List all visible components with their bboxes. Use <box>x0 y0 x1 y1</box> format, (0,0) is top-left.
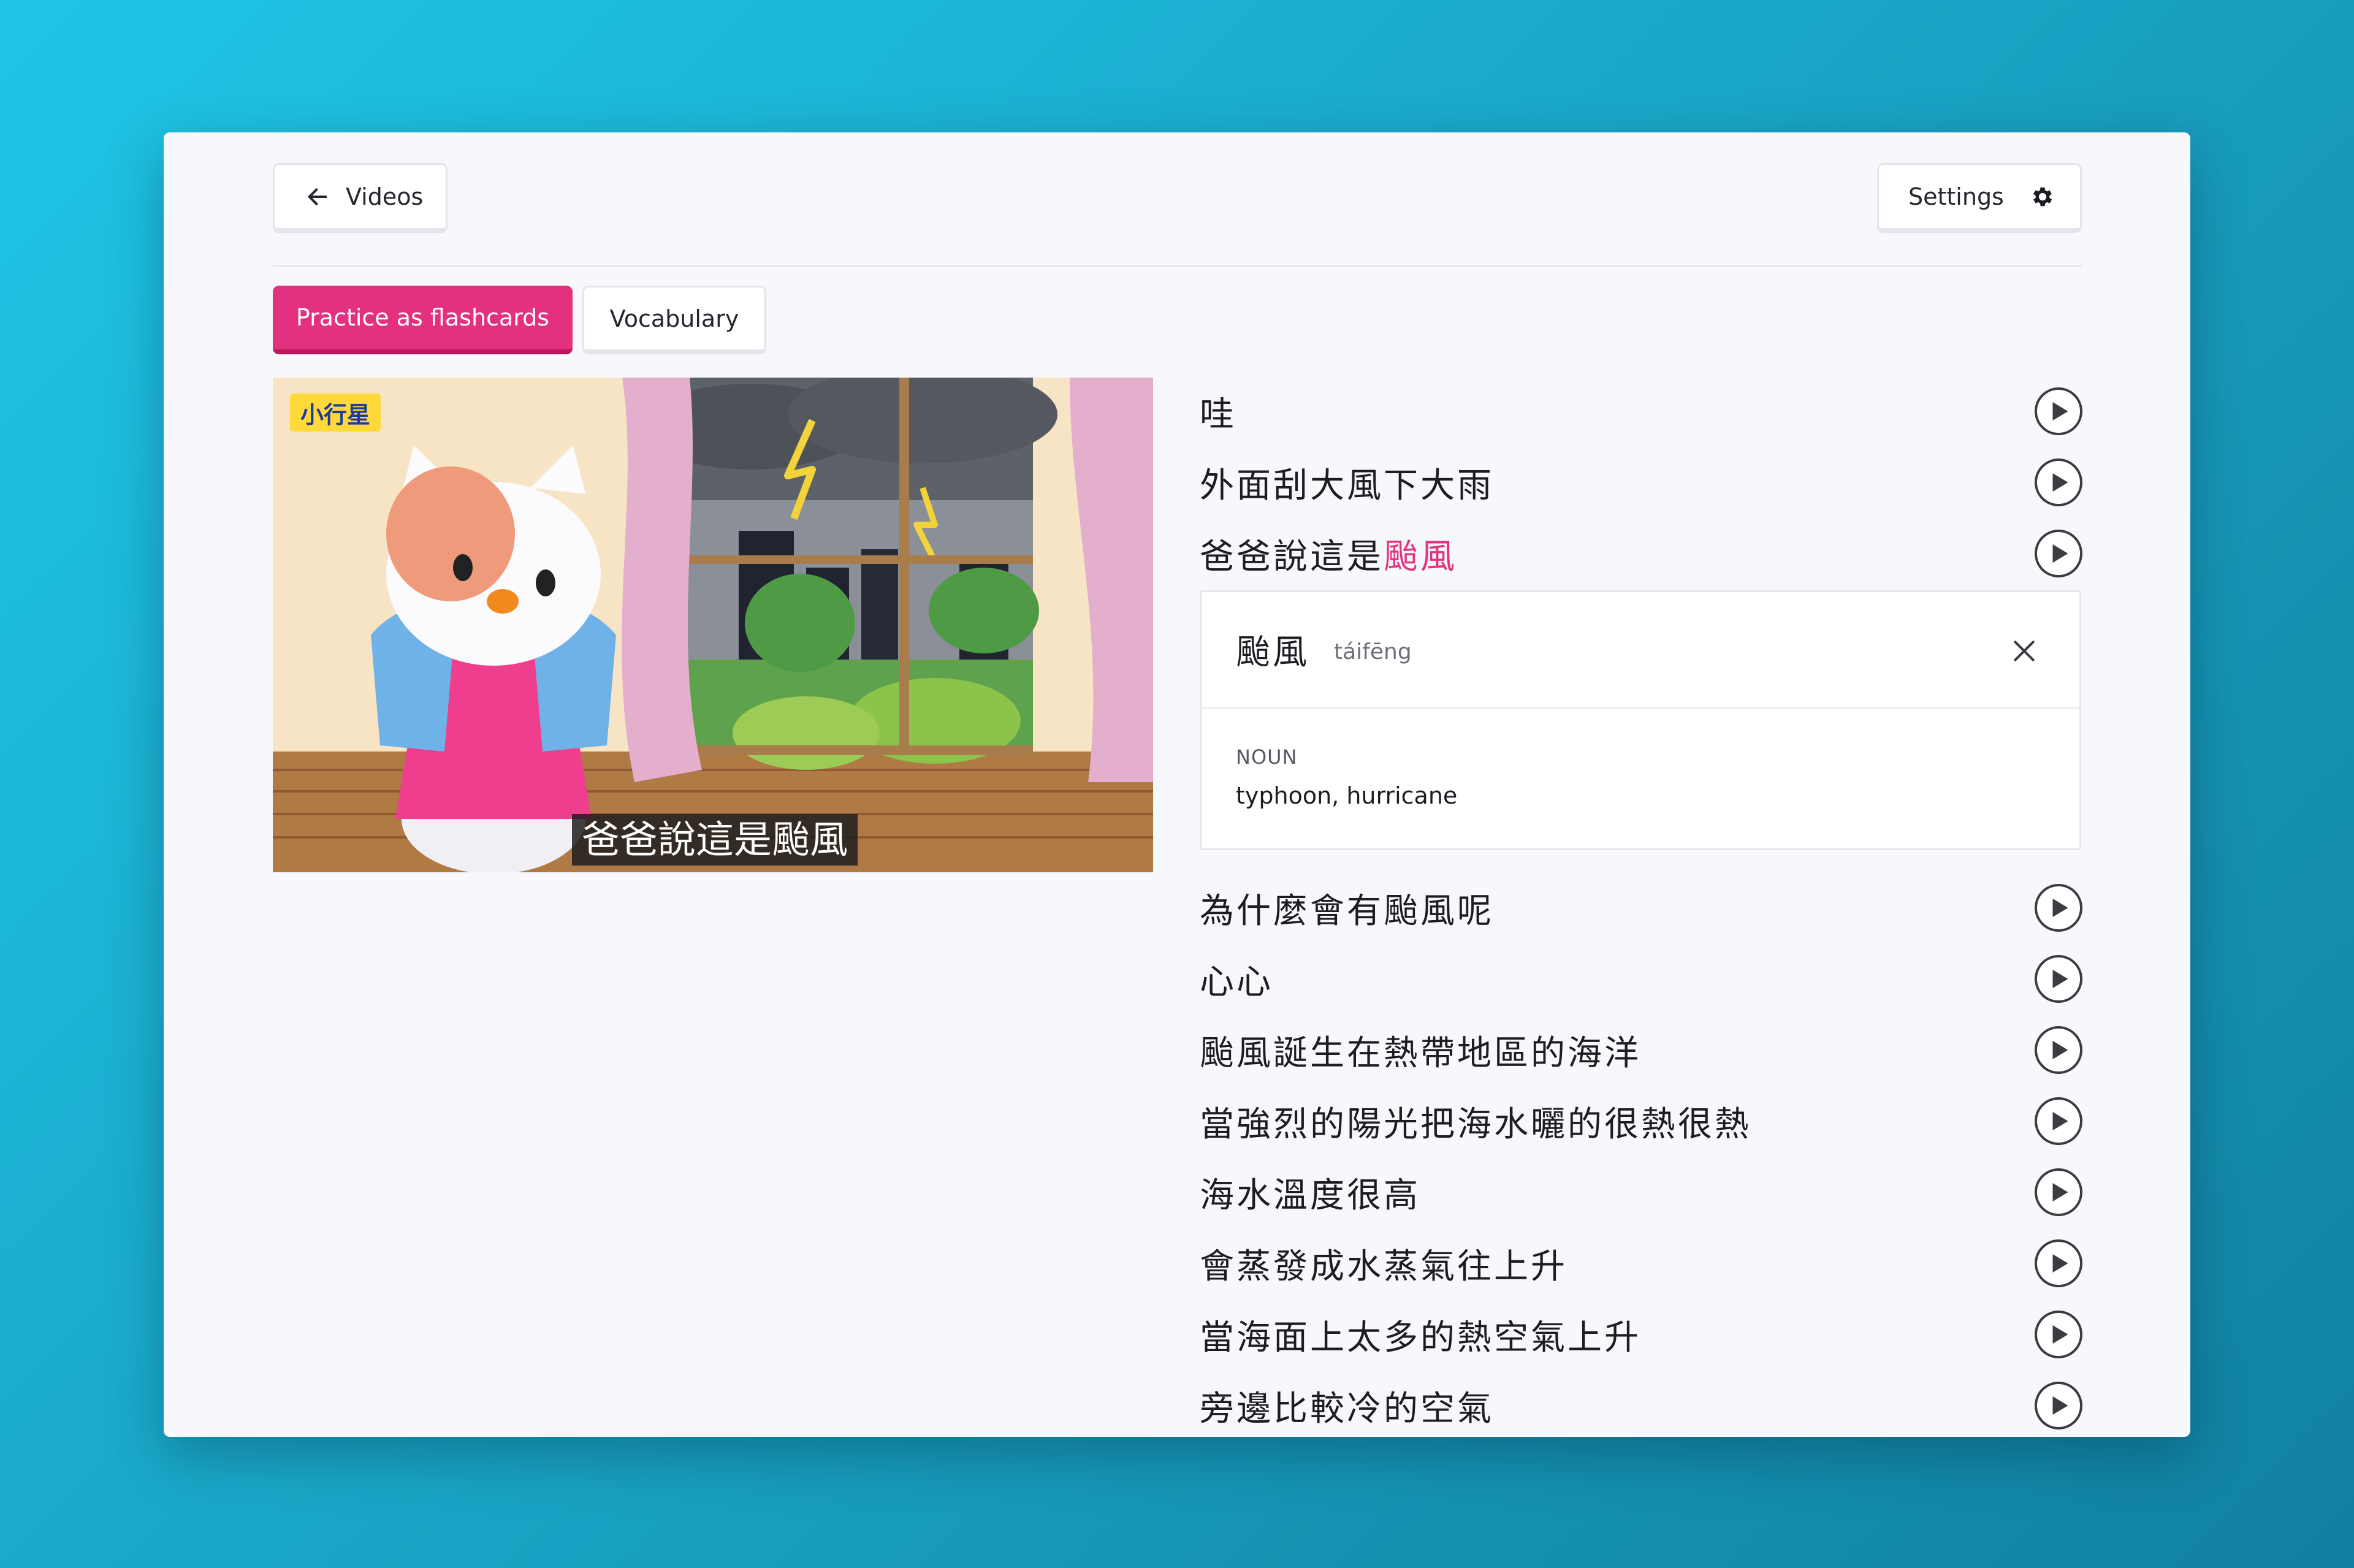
app-window: Videos Settings Practice as flashcards V… <box>164 132 2190 1437</box>
back-to-videos-button[interactable]: Videos <box>273 163 448 233</box>
highlighted-word[interactable]: 颱風 <box>1384 537 1457 577</box>
word-card-word: 颱風 <box>1236 633 1309 672</box>
practice-flashcards-button[interactable]: Practice as flashcards <box>273 286 573 354</box>
play-icon <box>2052 899 2068 917</box>
play-line-button[interactable] <box>2035 1168 2082 1216</box>
transcript-line-text[interactable]: 海水溫度很高 <box>1200 1168 1420 1217</box>
arrow-left-icon <box>308 188 327 205</box>
transcript-line[interactable]: 哇 <box>1200 384 2082 439</box>
transcript-line-text[interactable]: 颱風誕生在熱帶地區的海洋 <box>1200 1026 1641 1075</box>
play-icon <box>2052 1041 2068 1059</box>
play-icon <box>2052 1325 2068 1344</box>
video-player[interactable]: 小行星 爸爸說這是颱風 <box>273 378 1153 872</box>
transcript-line[interactable]: 當海面上太多的熱空氣上升 <box>1200 1307 2082 1362</box>
play-icon <box>2052 1254 2068 1273</box>
back-button-label: Videos <box>346 183 424 210</box>
transcript-line-text[interactable]: 旁邊比較冷的空氣 <box>1200 1381 1494 1431</box>
transcript-line[interactable]: 海水溫度很高 <box>1200 1165 2082 1220</box>
transcript-line-text[interactable]: 為什麼會有颱風呢 <box>1200 883 1494 933</box>
play-line-button[interactable] <box>2035 387 2082 435</box>
play-line-button[interactable] <box>2035 1026 2082 1074</box>
transcript-line-text[interactable]: 外面刮大風下大雨 <box>1200 458 1494 508</box>
play-line-button[interactable] <box>2035 1097 2082 1145</box>
play-icon <box>2052 544 2068 563</box>
play-icon <box>2052 1183 2068 1201</box>
transcript-line[interactable]: 旁邊比較冷的空氣 <box>1200 1378 2082 1433</box>
transcript-line[interactable]: 為什麼會有颱風呢 <box>1200 880 2082 935</box>
transcript-line-text[interactable]: 會蒸發成水蒸氣往上升 <box>1200 1239 1567 1288</box>
word-card-header: 颱風 táifēng <box>1202 592 2079 709</box>
play-icon <box>2052 402 2068 421</box>
transcript-line-text[interactable]: 當強烈的陽光把海水曬的很熱很熱 <box>1200 1097 1751 1146</box>
play-line-button[interactable] <box>2035 884 2082 932</box>
video-subtitle: 爸爸說這是颱風 <box>572 814 858 866</box>
play-icon <box>2052 473 2068 492</box>
play-line-button[interactable] <box>2035 530 2082 577</box>
transcript-line-text[interactable]: 心心 <box>1200 954 1273 1004</box>
transcript-line[interactable]: 外面刮大風下大雨 <box>1200 455 2082 510</box>
transcript-line[interactable]: 心心 <box>1200 951 2082 1007</box>
transcript-line[interactable]: 會蒸發成水蒸氣往上升 <box>1200 1236 2082 1291</box>
word-definition: typhoon, hurricane <box>1236 782 1458 809</box>
part-of-speech: NOUN <box>1236 745 1298 769</box>
word-definition-card: 颱風 táifēng NOUN typhoon, hurricane <box>1200 590 2081 850</box>
word-card-body: NOUN typhoon, hurricane <box>1202 709 2079 846</box>
transcript-line[interactable]: 爸爸說這是颱風 <box>1200 526 2082 581</box>
play-line-button[interactable] <box>2035 1239 2082 1287</box>
play-line-button[interactable] <box>2035 459 2082 506</box>
transcript-line-text-before: 爸爸說這是 <box>1200 536 1384 577</box>
play-line-button[interactable] <box>2035 1382 2082 1429</box>
transcript-line[interactable]: 當強烈的陽光把海水曬的很熱很熱 <box>1200 1094 2082 1149</box>
transcript-line[interactable]: 颱風誕生在熱帶地區的海洋 <box>1200 1022 2082 1078</box>
word-card-pinyin: táifēng <box>1334 639 1412 664</box>
video-frame-illustration <box>273 378 1153 872</box>
vocabulary-button[interactable]: Vocabulary <box>582 286 766 354</box>
play-line-button[interactable] <box>2035 955 2082 1003</box>
gear-icon <box>2033 187 2052 206</box>
transcript-line-text[interactable]: 當海面上太多的熱空氣上升 <box>1200 1310 1641 1360</box>
transcript-line-text[interactable]: 爸爸說這是颱風 <box>1200 529 1457 579</box>
play-line-button[interactable] <box>2035 1311 2082 1358</box>
header-divider <box>273 265 2082 267</box>
transcript-line-text[interactable]: 哇 <box>1200 387 1236 436</box>
play-icon <box>2052 970 2068 988</box>
play-icon <box>2052 1396 2068 1415</box>
close-icon[interactable] <box>2011 637 2038 664</box>
play-icon <box>2052 1112 2068 1130</box>
settings-button-label: Settings <box>1908 183 2004 210</box>
settings-button[interactable]: Settings <box>1877 163 2082 233</box>
channel-logo: 小行星 <box>290 394 381 432</box>
